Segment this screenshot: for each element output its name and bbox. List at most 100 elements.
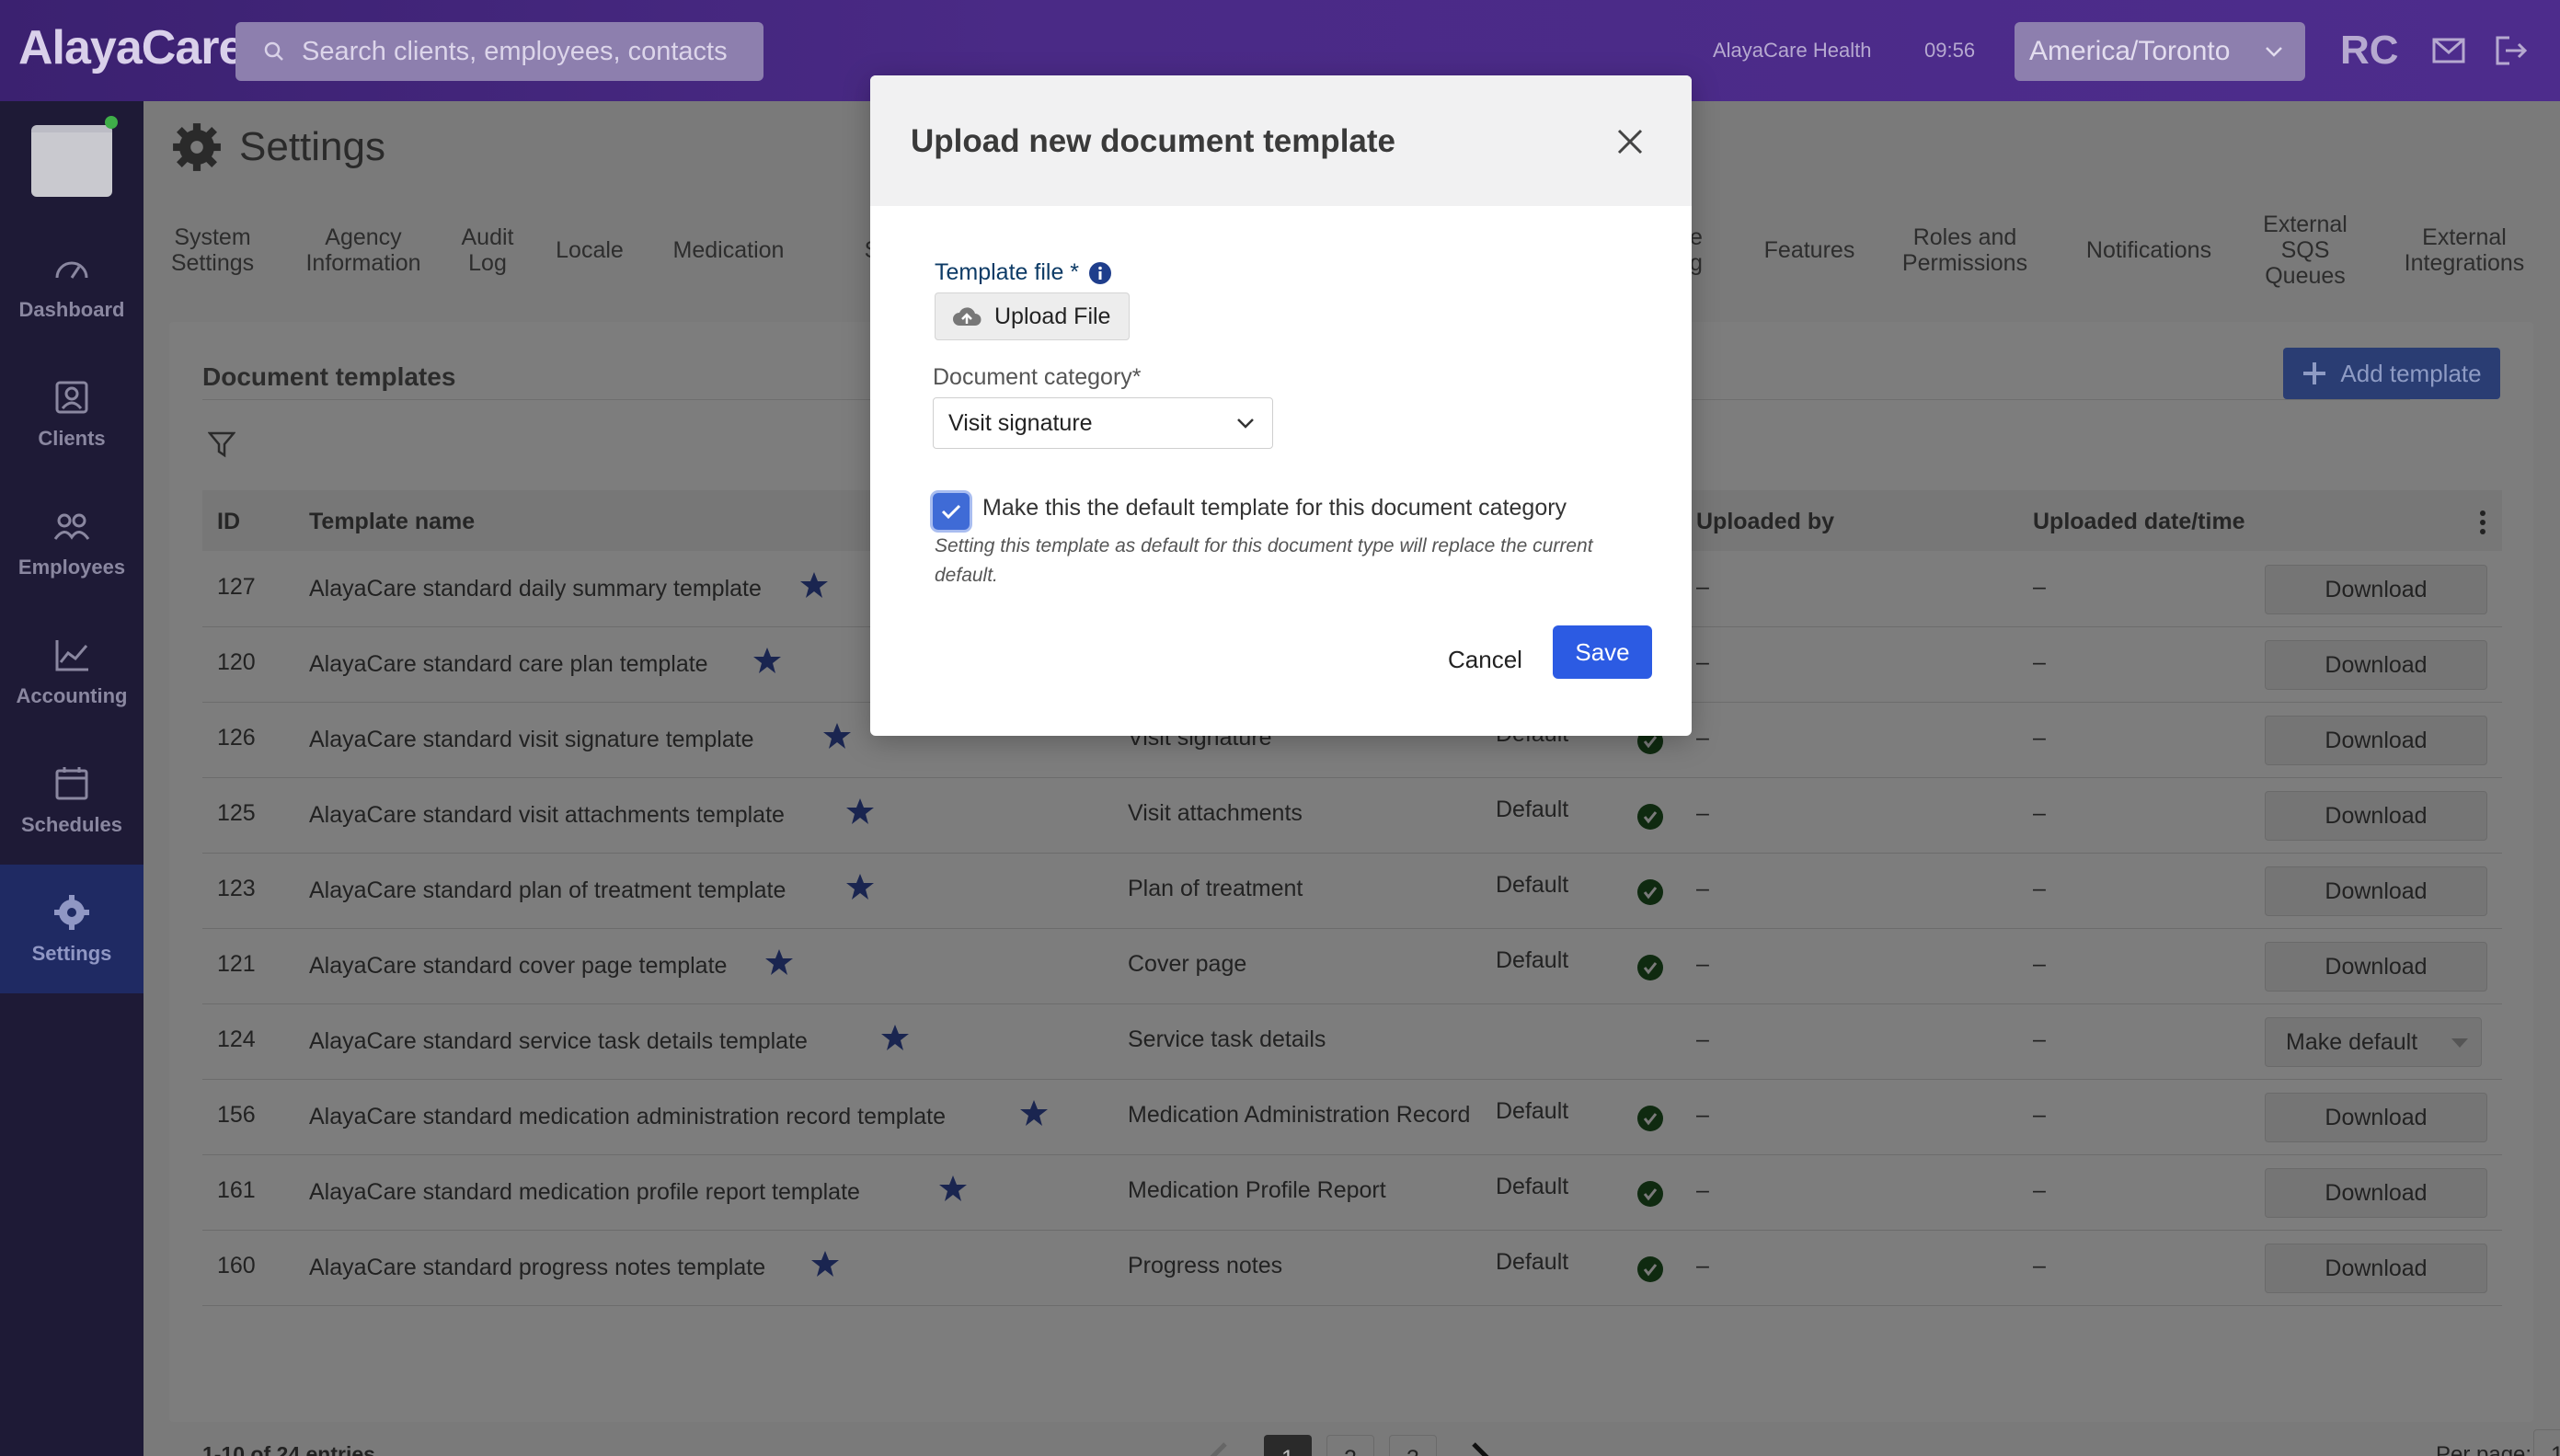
- row-status: Default: [1496, 947, 1569, 973]
- star-icon[interactable]: [752, 646, 782, 675]
- row-status: Default: [1496, 872, 1569, 898]
- row-uploaded-by: –: [1696, 1177, 1709, 1203]
- sidebar-item-settings[interactable]: Settings: [0, 865, 143, 993]
- row-id: 127: [217, 574, 256, 600]
- panel-title: Document templates: [202, 362, 456, 391]
- next-page-icon[interactable]: [1468, 1440, 1496, 1456]
- document-category-value: Visit signature: [948, 409, 1093, 436]
- row-template-name[interactable]: AlayaCare standard service task details …: [309, 1028, 808, 1055]
- alayacare-logo[interactable]: AlayaCare: [18, 20, 245, 75]
- default-check-icon: [1637, 1256, 1663, 1282]
- per-page-label: Per page:: [2436, 1442, 2532, 1456]
- row-template-name[interactable]: AlayaCare standard progress notes templa…: [309, 1255, 765, 1281]
- template-file-label-text: Template file *: [935, 259, 1080, 285]
- star-icon[interactable]: [799, 570, 829, 600]
- sidebar-item-schedules[interactable]: Schedules: [0, 736, 143, 865]
- upload-file-button[interactable]: Upload File: [935, 292, 1130, 340]
- add-template-button[interactable]: Add template: [2283, 348, 2500, 399]
- document-category-label: Document category*: [933, 364, 1142, 390]
- close-icon[interactable]: [1610, 121, 1650, 162]
- default-check-icon: [1637, 879, 1663, 905]
- row-category: Medication Administration Record: [1128, 1102, 1471, 1128]
- mail-icon[interactable]: [2432, 37, 2465, 64]
- row-uploaded-date: –: [2033, 1253, 2046, 1278]
- download-button[interactable]: Download: [2265, 565, 2487, 614]
- save-button[interactable]: Save: [1553, 625, 1652, 679]
- row-template-name[interactable]: AlayaCare standard visit attachments tem…: [309, 802, 785, 829]
- sidebar-item-dashboard[interactable]: Dashboard: [0, 221, 143, 350]
- star-icon[interactable]: [764, 947, 794, 977]
- column-uploaded-date[interactable]: Uploaded date/time: [2033, 509, 2245, 535]
- info-icon[interactable]: [1088, 261, 1112, 285]
- row-template-name[interactable]: AlayaCare standard daily summary templat…: [309, 576, 762, 602]
- page-button-1[interactable]: 1: [1264, 1435, 1312, 1456]
- agency-thumbnail[interactable]: [31, 125, 112, 197]
- download-button[interactable]: Download: [2265, 1244, 2487, 1293]
- download-button[interactable]: Download: [2265, 1168, 2487, 1218]
- caret-down-icon[interactable]: [2450, 1037, 2470, 1049]
- template-file-label: Template file *: [935, 259, 1112, 286]
- download-button[interactable]: Download: [2265, 716, 2487, 765]
- row-template-name[interactable]: AlayaCare standard cover page template: [309, 953, 727, 980]
- download-button[interactable]: Download: [2265, 791, 2487, 841]
- row-uploaded-date: –: [2033, 1026, 2046, 1052]
- gauge-icon: [55, 261, 88, 279]
- column-menu-icon[interactable]: [2478, 510, 2487, 535]
- row-category: Plan of treatment: [1128, 876, 1303, 901]
- cancel-button[interactable]: Cancel: [1448, 646, 1522, 674]
- default-template-label[interactable]: Make this the default template for this …: [982, 495, 1567, 522]
- prev-page-icon[interactable]: [1203, 1440, 1231, 1456]
- download-button[interactable]: Download: [2265, 1093, 2487, 1142]
- star-icon[interactable]: [938, 1174, 968, 1203]
- person-card-icon: [55, 381, 88, 414]
- timezone-select[interactable]: America/Toronto: [2015, 22, 2305, 81]
- page-button-2[interactable]: 2: [1326, 1435, 1374, 1456]
- search-input[interactable]: [302, 36, 743, 67]
- download-button[interactable]: Download: [2265, 942, 2487, 992]
- user-avatar[interactable]: RC: [2340, 28, 2399, 74]
- star-icon[interactable]: [810, 1249, 840, 1278]
- row-category: Visit attachments: [1128, 800, 1303, 826]
- document-category-select[interactable]: Visit signature: [933, 397, 1273, 449]
- star-icon[interactable]: [822, 721, 852, 751]
- checkmark-icon: [941, 504, 961, 520]
- chevron-down-icon: [2266, 47, 2282, 57]
- row-template-name[interactable]: AlayaCare standard visit signature templ…: [309, 727, 754, 753]
- download-button[interactable]: Download: [2265, 866, 2487, 916]
- default-check-icon: [1637, 1181, 1663, 1207]
- current-time: 09:56: [1924, 39, 1976, 62]
- row-template-name[interactable]: AlayaCare standard medication profile re…: [309, 1179, 860, 1206]
- logout-icon[interactable]: [2495, 35, 2528, 66]
- organization-name: AlayaCare Health: [1713, 39, 1872, 62]
- star-icon[interactable]: [845, 797, 875, 826]
- row-uploaded-date: –: [2033, 725, 2046, 751]
- upload-template-modal: Upload new document template Template fi…: [870, 75, 1692, 736]
- column-template-name[interactable]: Template name: [309, 509, 475, 535]
- sidebar-item-employees[interactable]: Employees: [0, 478, 143, 607]
- timezone-value: America/Toronto: [2029, 36, 2231, 66]
- column-uploaded-by[interactable]: Uploaded by: [1696, 509, 1834, 535]
- sidebar-item-clients[interactable]: Clients: [0, 350, 143, 478]
- star-icon[interactable]: [845, 872, 875, 901]
- sidebar-item-label: Settings: [31, 942, 112, 965]
- default-template-checkbox[interactable]: [933, 493, 970, 530]
- per-page-select[interactable]: 10: [2533, 1429, 2560, 1456]
- sidebar-item-label: Dashboard: [18, 298, 125, 321]
- filter-icon[interactable]: [208, 430, 235, 458]
- column-id[interactable]: ID: [217, 509, 240, 535]
- star-icon[interactable]: [880, 1023, 910, 1052]
- row-uploaded-date: –: [2033, 1102, 2046, 1128]
- row-template-name[interactable]: AlayaCare standard medication administra…: [309, 1104, 946, 1130]
- star-icon[interactable]: [1019, 1098, 1049, 1128]
- row-id: 156: [217, 1102, 256, 1128]
- download-button[interactable]: Download: [2265, 640, 2487, 690]
- sidebar-item-accounting[interactable]: Accounting: [0, 607, 143, 736]
- row-template-name[interactable]: AlayaCare standard care plan template: [309, 651, 708, 678]
- row-uploaded-date: –: [2033, 649, 2046, 675]
- make-default-button[interactable]: Make default: [2265, 1017, 2482, 1067]
- row-template-name[interactable]: AlayaCare standard plan of treatment tem…: [309, 877, 786, 904]
- upload-file-label: Upload File: [994, 303, 1111, 329]
- page-button-3[interactable]: 3: [1389, 1435, 1437, 1456]
- global-search[interactable]: [235, 22, 763, 81]
- chart-line-icon: [55, 640, 88, 671]
